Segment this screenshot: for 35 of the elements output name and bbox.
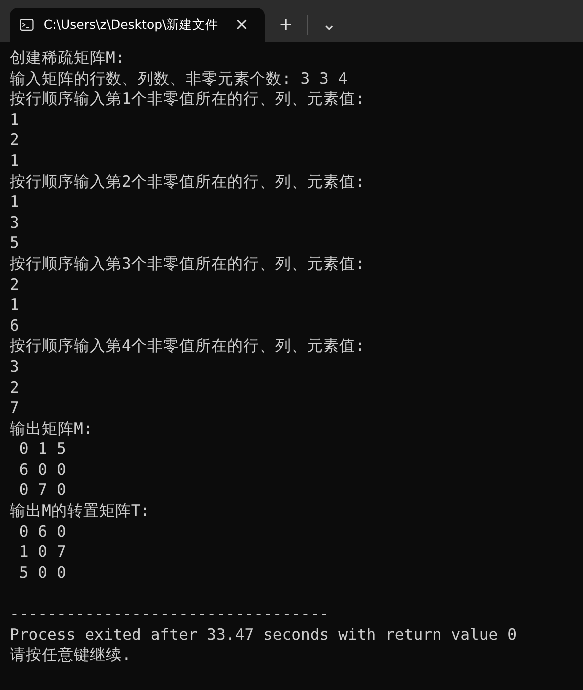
tab-title: C:\Users\z\Desktop\新建文件 xyxy=(44,16,219,34)
console-line: 5 xyxy=(10,233,20,254)
console-line: 6 xyxy=(10,316,20,336)
console-line: 0 7 0 xyxy=(18,480,68,502)
console-line: 5 0 0 xyxy=(18,562,68,584)
console-line: 输入矩阵的行数、列数、非零元素个数: 3 3 4 xyxy=(10,68,349,90)
console-line: 创建稀疏矩阵M: xyxy=(10,48,126,69)
console-line: 3 xyxy=(10,212,20,234)
console-line: 2 xyxy=(10,130,20,151)
console-line: 按行顺序输入第2个非零值所在的行、列、元素值: xyxy=(10,172,366,192)
console-line: 输出矩阵M: xyxy=(10,418,94,440)
console-line: 1 xyxy=(10,110,20,130)
console-line: 0 6 0 xyxy=(18,522,68,542)
terminal-icon xyxy=(20,18,34,32)
console-line: 请按任意键继续. xyxy=(10,645,132,666)
terminal-tab[interactable]: C:\Users\z\Desktop\新建文件 × xyxy=(10,8,265,42)
new-tab-button[interactable]: + xyxy=(273,8,300,42)
console-line: 2 xyxy=(10,378,20,398)
console-line: 6 0 0 xyxy=(18,460,68,480)
console-line: 0 1 5 xyxy=(18,439,68,460)
console-line: 按行顺序输入第1个非零值所在的行、列、元素值: xyxy=(10,89,366,110)
console-line: 3 xyxy=(10,356,20,378)
console-line: Process exited after 33.47 seconds with return value 0 xyxy=(10,624,518,646)
close-button[interactable]: × xyxy=(228,8,255,42)
console-line: 1 xyxy=(10,150,20,172)
console-line: 1 xyxy=(10,295,20,316)
console-line: 1 xyxy=(10,192,20,213)
console-line: 按行顺序输入第3个非零值所在的行、列、元素值: xyxy=(10,254,366,275)
console-line: 2 xyxy=(10,274,20,296)
dropdown-button[interactable]: ⌄ xyxy=(316,8,342,42)
console-line: 按行顺序输入第4个非零值所在的行、列、元素值: xyxy=(10,336,366,357)
console-line: 7 xyxy=(10,398,20,419)
console-line: 输出M的转置矩阵T: xyxy=(10,501,152,522)
console-line: 1 0 7 xyxy=(18,542,68,563)
console-line: ---------------------------------- xyxy=(10,604,330,625)
